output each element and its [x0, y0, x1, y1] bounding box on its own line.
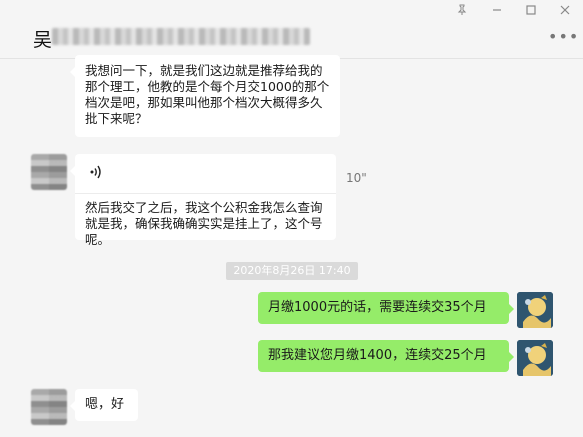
message-text: 月缴1000元的话，需要连续交35个月: [268, 300, 487, 315]
close-icon[interactable]: [554, 3, 576, 21]
voice-wave-icon: [89, 164, 103, 184]
contact-name: 吴: [33, 29, 53, 51]
message-text: 嗯，好: [85, 397, 125, 412]
chat-area: 我想问一下，就是我们这边就是推荐给我的那个理工，他教的是个每个月交1000的那个…: [0, 55, 583, 437]
message-bubble-incoming: 我想问一下，就是我们这边就是推荐给我的那个理工，他教的是个每个月交1000的那个…: [70, 55, 340, 137]
chat-header: 吴 •••: [0, 0, 583, 59]
voice-message-bubble[interactable]: 然后我交了之后，我这个公积金我怎么查询就是我，确保我确确实实是挂上了，这个号呢。: [70, 154, 336, 247]
more-icon[interactable]: •••: [548, 29, 578, 45]
message-bubble-outgoing: 月缴1000元的话，需要连续交35个月: [258, 292, 514, 324]
minimize-icon[interactable]: [486, 3, 508, 21]
avatar[interactable]: [31, 389, 67, 425]
avatar[interactable]: [31, 154, 67, 190]
voice-divider: [75, 193, 336, 194]
voice-transcript-text: 然后我交了之后，我这个公积金我怎么查询就是我，确保我确确实实是挂上了，这个号呢。: [85, 200, 323, 247]
message-text: 我想问一下，就是我们这边就是推荐给我的那个理工，他教的是个每个月交1000的那个…: [85, 63, 330, 126]
self-avatar[interactable]: [517, 340, 553, 376]
voice-duration: 10": [346, 171, 367, 185]
self-avatar[interactable]: [517, 292, 553, 328]
message-bubble-outgoing: 那我建议您月缴1400，连续交25个月: [258, 340, 514, 372]
pin-icon[interactable]: [451, 3, 473, 21]
message-text: 那我建议您月缴1400，连续交25个月: [268, 348, 487, 363]
timestamp-badge: 2020年8月26日 17:40: [226, 262, 358, 280]
message-bubble-incoming: 嗯，好: [70, 389, 138, 421]
maximize-icon[interactable]: [520, 3, 542, 21]
contact-name-blurred: [52, 28, 310, 45]
